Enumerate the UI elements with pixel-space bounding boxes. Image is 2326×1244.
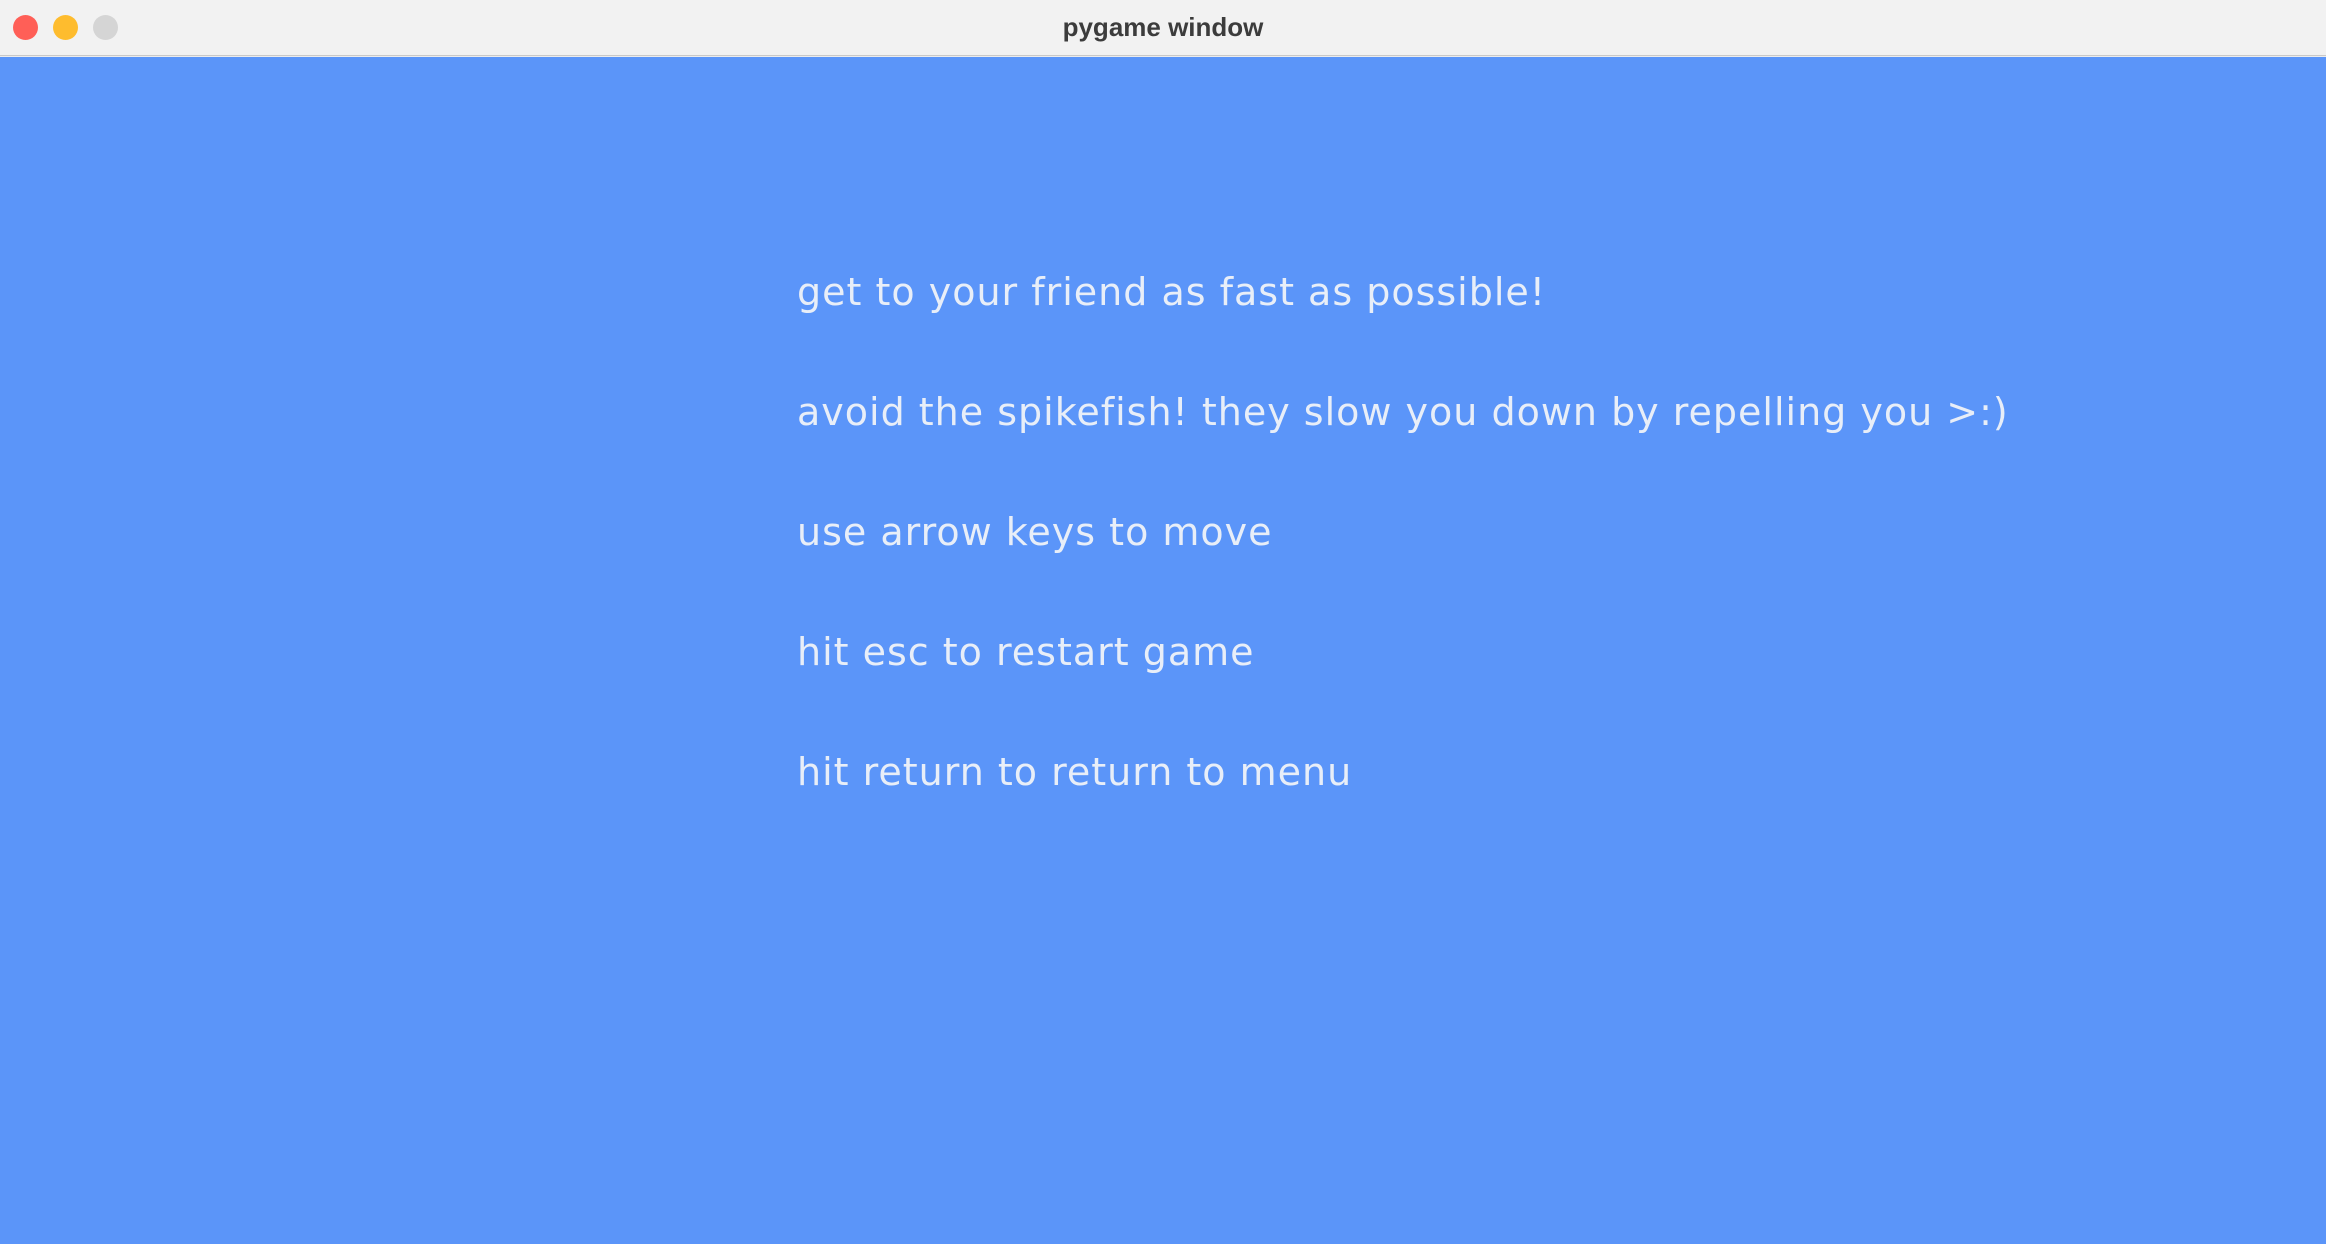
- instruction-spikefish: avoid the spikefish! they slow you down …: [797, 390, 2009, 434]
- pygame-window: pygame window get to your friend as fast…: [0, 0, 2326, 1244]
- game-canvas[interactable]: get to your friend as fast as possible! …: [0, 57, 2326, 1244]
- instruction-movement: use arrow keys to move: [797, 510, 1273, 554]
- window-title: pygame window: [1062, 12, 1264, 42]
- instruction-return-menu: hit return to return to menu: [797, 750, 1353, 794]
- title-bar[interactable]: pygame window: [0, 0, 2326, 56]
- instruction-goal: get to your friend as fast as possible!: [797, 270, 1547, 314]
- instruction-restart: hit esc to restart game: [797, 630, 1255, 674]
